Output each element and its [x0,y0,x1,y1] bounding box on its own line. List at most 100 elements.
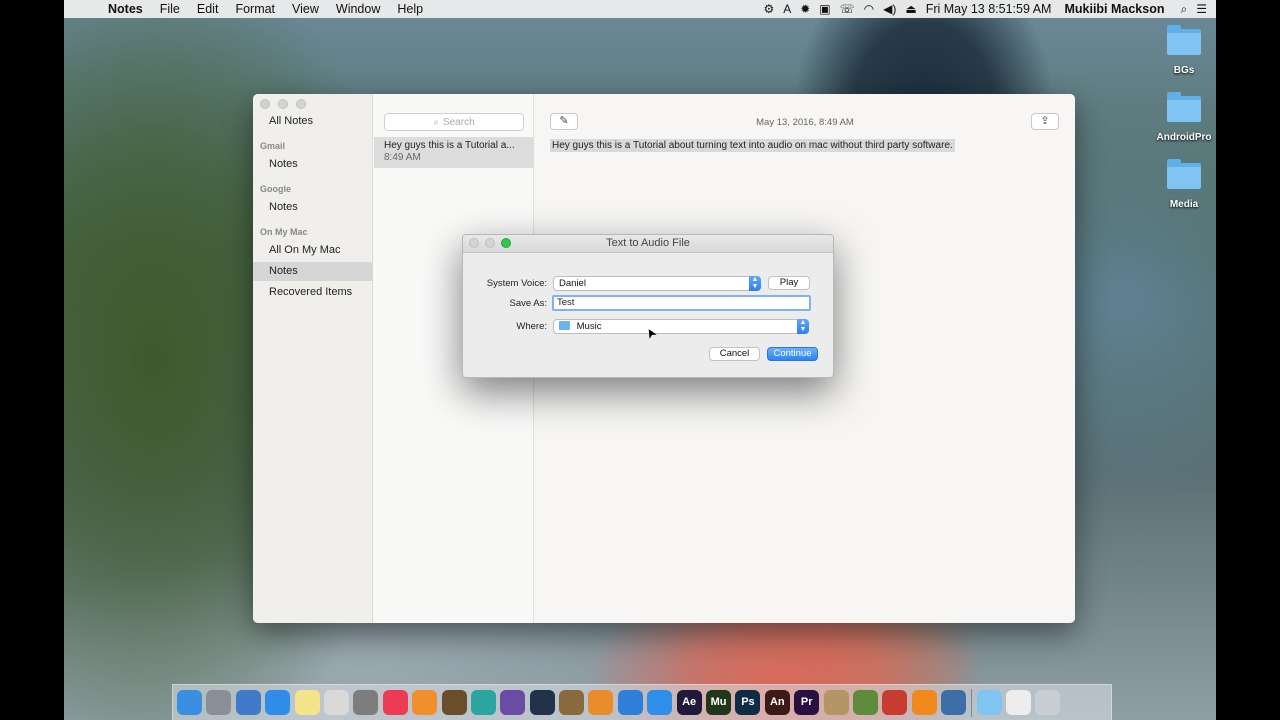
photoshop-icon[interactable]: Ps [735,690,761,715]
text-to-audio-dialog: Text to Audio File System Voice: Daniel … [462,234,834,378]
app-icon-brown[interactable] [559,690,585,715]
updown-arrows-icon: ▲ ▼ [749,276,761,291]
search-icon: ⌕ [433,116,439,128]
app-icon-blue[interactable] [617,690,643,715]
continue-button[interactable]: Continue [767,347,818,361]
folder-icon[interactable] [976,690,1002,715]
where-select[interactable]: Music ▲ ▼ [553,319,809,334]
menu-help[interactable]: Help [397,2,423,16]
adobe-icon[interactable]: A [783,2,791,16]
system-voice-select[interactable]: Daniel ▲ ▼ [553,276,761,291]
system-voice-value: Daniel [559,278,586,289]
music-folder-icon [559,321,570,330]
eject-icon[interactable]: ⏏ [905,2,916,16]
wifi-icon[interactable]: ◠ [864,2,874,16]
safari-icon[interactable] [265,690,291,715]
menu-format[interactable]: Format [235,2,275,16]
dock: Ae Mu Ps An Pr [172,684,1112,720]
sidebar-item-recovered-items[interactable]: Recovered Items [253,283,373,302]
itunes-icon[interactable] [382,690,408,715]
notification-center-icon[interactable]: ☰ [1196,2,1207,16]
minimize-button[interactable] [278,99,288,109]
search-input[interactable]: ⌕ Search [384,113,524,131]
android-studio-icon[interactable] [852,690,878,715]
note-body-text[interactable]: Hey guys this is a Tutorial about turnin… [550,139,955,152]
desktop-folder-media[interactable]: Media [1149,159,1216,210]
zoom-button[interactable] [296,99,306,109]
app-icon-dark[interactable] [529,690,555,715]
desktop-folder-label: Media [1169,199,1199,210]
preview-icon[interactable] [235,690,261,715]
notes-sidebar: All Notes Gmail Notes Google Notes On My… [253,94,373,623]
desktop: Notes File Edit Format View Window Help … [64,0,1216,720]
dialog-titlebar[interactable]: Text to Audio File [463,235,833,253]
folder-icon [1167,25,1201,55]
premiere-icon[interactable]: Pr [794,690,820,715]
app-icon-red[interactable] [882,690,908,715]
system-voice-label: System Voice: [486,278,547,289]
list-item[interactable]: Hey guys this is a Tutorial a... 8:49 AM [374,137,534,168]
sidebar-item-all-notes[interactable]: All Notes [253,112,373,131]
dialog-title: Text to Audio File [606,237,690,249]
menu-window[interactable]: Window [336,2,380,16]
animate-icon[interactable]: An [764,690,790,715]
where-label: Where: [516,321,547,332]
dock-separator [970,688,972,717]
desktop-folder-label: BGs [1173,65,1195,76]
where-value: Music [576,321,602,332]
spotlight-search-icon[interactable]: ⌕ [1181,2,1188,17]
photos-icon[interactable] [323,690,349,715]
play-button[interactable]: Play [768,276,810,290]
save-as-label: Save As: [509,298,548,309]
phone-icon[interactable]: ☏ [840,2,855,16]
app-store-icon[interactable] [647,690,673,715]
note-title: Hey guys this is a Tutorial a... [384,140,515,151]
menu-user[interactable]: Mukiibi Mackson [1064,2,1164,16]
gear-icon[interactable]: ⚙ [763,2,774,16]
launchpad-icon[interactable] [206,690,232,715]
search-placeholder: Search [442,116,475,128]
app-icon-purple[interactable] [500,690,526,715]
notes-icon[interactable] [294,690,320,715]
finder-icon[interactable] [177,690,202,715]
menu-bar: Notes File Edit Format View Window Help … [64,0,1216,18]
blender-icon[interactable] [588,690,614,715]
cancel-button[interactable]: Cancel [709,347,760,361]
menu-file[interactable]: File [160,2,180,16]
volume-icon[interactable]: ◀) [883,2,896,16]
trash-icon[interactable] [1035,690,1061,715]
vlc-icon[interactable] [911,690,937,715]
desktop-folder-bgs[interactable]: BGs [1149,25,1216,76]
app-icon-tan[interactable] [823,690,849,715]
sidebar-item-gmail-notes[interactable]: Notes [253,155,373,174]
folder-icon [1167,92,1201,122]
clapper-icon[interactable] [941,690,967,715]
screen-record-icon[interactable]: ▣ [819,2,830,16]
sidebar-item-all-on-my-mac[interactable]: All On My Mac [253,241,373,260]
menu-view[interactable]: View [292,2,319,16]
share-icon[interactable]: ⇪ [1031,113,1059,130]
document-icon[interactable] [1005,690,1031,715]
sidebar-header-on-my-mac: On My Mac [260,227,308,237]
close-button[interactable] [260,99,270,109]
sidebar-item-google-notes[interactable]: Notes [253,198,373,217]
system-preferences-icon[interactable] [353,690,379,715]
desktop-folder-androidpro[interactable]: AndroidPro [1149,92,1216,143]
window-controls [260,99,306,109]
after-effects-icon[interactable]: Ae [676,690,702,715]
ibooks-icon[interactable] [412,690,438,715]
muse-icon[interactable]: Mu [706,690,732,715]
menu-edit[interactable]: Edit [197,2,219,16]
save-as-field[interactable]: Test [552,295,811,311]
sidebar-header-google: Google [260,184,291,194]
menu-app-name[interactable]: Notes [108,2,143,16]
sidebar-header-gmail: Gmail [260,141,286,151]
garageband-icon[interactable] [441,690,467,715]
menu-clock[interactable]: Fri May 13 8:51:59 AM [926,2,1052,16]
note-date: May 13, 2016, 8:49 AM [756,117,854,128]
app-icon-teal[interactable] [470,690,496,715]
desktop-folder-label: AndroidPro [1156,132,1212,143]
sidebar-item-mac-notes[interactable]: Notes [253,262,373,281]
settings-icon[interactable]: ✹ [800,2,810,16]
folder-icon [1167,159,1201,189]
